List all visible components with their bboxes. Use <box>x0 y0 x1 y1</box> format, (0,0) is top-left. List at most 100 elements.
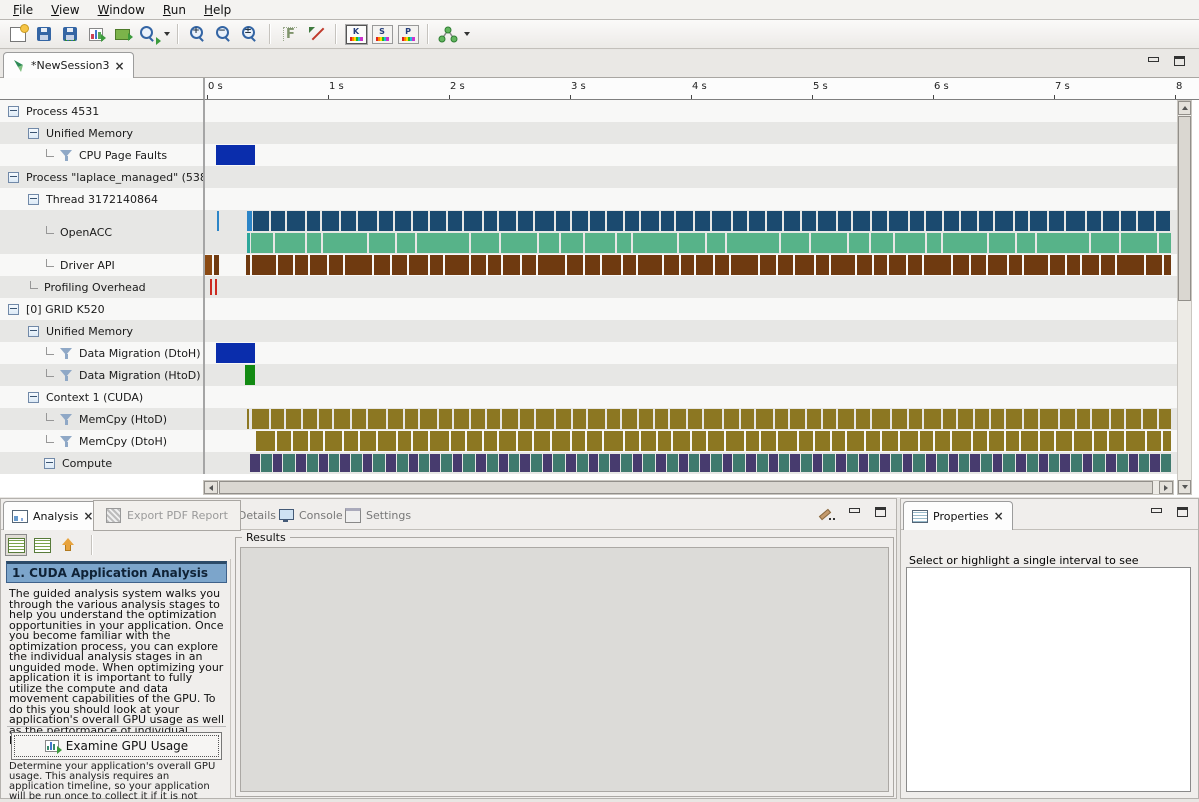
timeline-interval[interactable] <box>395 211 411 231</box>
timeline-interval[interactable] <box>607 211 623 231</box>
timeline-interval[interactable] <box>715 255 729 275</box>
timeline-interval[interactable] <box>1138 211 1154 231</box>
timeline-interval[interactable] <box>1060 454 1070 472</box>
timeline-interval[interactable] <box>989 431 1004 451</box>
timeline-interval[interactable] <box>815 431 830 451</box>
timeline-interval[interactable] <box>271 409 284 429</box>
timeline-interval[interactable] <box>816 255 829 275</box>
timeline-row-label[interactable]: MemCpy (HtoD) <box>0 408 203 430</box>
close-icon[interactable]: × <box>114 61 124 71</box>
timeline-interval[interactable] <box>926 211 942 231</box>
timeline-interval[interactable] <box>587 431 602 451</box>
run-analysis-button[interactable] <box>110 22 134 46</box>
timeline-interval[interactable] <box>398 431 411 451</box>
timeline-interval[interactable] <box>882 431 898 451</box>
timeline-interval[interactable] <box>363 454 372 472</box>
timeline-interval[interactable] <box>1121 233 1157 253</box>
timeline-interval[interactable] <box>430 255 443 275</box>
timeline-interval[interactable] <box>1015 211 1028 231</box>
timeline-interval[interactable] <box>1056 431 1072 451</box>
timeline-interval[interactable] <box>417 233 469 253</box>
timeline-track[interactable] <box>205 188 1177 210</box>
vertical-scroll-thumb[interactable] <box>1178 116 1191 301</box>
timeline-interval[interactable] <box>277 431 291 451</box>
timeline-interval[interactable] <box>358 211 377 231</box>
timeline-interval[interactable] <box>1139 454 1149 472</box>
timeline-interval[interactable] <box>520 454 530 472</box>
timeline-interval[interactable] <box>924 409 941 429</box>
timeline-interval[interactable] <box>661 211 674 231</box>
timeline-interval[interactable] <box>1016 454 1026 472</box>
timeline-interval[interactable] <box>723 454 732 472</box>
timeline-interval[interactable] <box>859 454 868 472</box>
timeline-interval[interactable] <box>273 454 282 472</box>
collapse-icon[interactable] <box>28 128 39 139</box>
timeline-interval[interactable] <box>811 233 847 253</box>
timeline-interval[interactable] <box>807 409 821 429</box>
timeline-interval[interactable] <box>374 255 390 275</box>
timeline-interval[interactable] <box>1103 211 1119 231</box>
timeline-interval[interactable] <box>781 233 809 253</box>
timeline-interval[interactable] <box>711 454 722 472</box>
timeline-interval[interactable] <box>278 255 293 275</box>
timeline-interval[interactable] <box>388 409 403 429</box>
timeline-interval[interactable] <box>889 255 906 275</box>
timeline-row-label[interactable]: Compute <box>0 452 203 474</box>
timeline-interval[interactable] <box>488 255 501 275</box>
timeline-interval[interactable] <box>420 409 437 429</box>
timeline-interval[interactable] <box>724 409 739 429</box>
timeline-interval[interactable] <box>838 409 854 429</box>
timeline-interval[interactable] <box>430 454 440 472</box>
timeline-track[interactable] <box>205 122 1177 144</box>
timeline-row-label[interactable]: Unified Memory <box>0 320 203 342</box>
timeline-row-label[interactable]: Profiling Overhead <box>0 276 203 298</box>
timeline-interval[interactable] <box>1146 255 1162 275</box>
timeline-interval[interactable] <box>261 454 272 472</box>
timeline-interval[interactable] <box>775 409 788 429</box>
timeline-interval[interactable] <box>323 233 367 253</box>
timeline-row-label[interactable]: Driver API <box>0 254 203 276</box>
timeline-interval[interactable] <box>567 255 583 275</box>
timeline-interval[interactable] <box>441 454 452 472</box>
timeline-interval[interactable] <box>971 255 986 275</box>
back-button[interactable] <box>57 534 79 556</box>
timeline-row-label[interactable]: Unified Memory <box>0 122 203 144</box>
timeline-interval[interactable] <box>246 255 250 275</box>
timeline-row-label[interactable]: Data Migration (DtoH) <box>0 342 203 364</box>
timeline-interval[interactable] <box>679 454 688 472</box>
timeline-interval[interactable] <box>995 211 1013 231</box>
zoom-tool-button[interactable] <box>136 22 160 46</box>
timeline-interval[interactable] <box>799 431 813 451</box>
timeline-interval[interactable] <box>534 431 550 451</box>
timeline-interval[interactable] <box>937 454 948 472</box>
timeline-interval[interactable] <box>484 211 497 231</box>
timeline-interval[interactable] <box>1101 255 1115 275</box>
timeline-interval[interactable] <box>287 211 305 231</box>
collapse-icon[interactable] <box>28 392 39 403</box>
timeline-interval[interactable] <box>958 409 973 429</box>
timeline-interval[interactable] <box>1049 211 1064 231</box>
menu-help[interactable]: Help <box>195 1 240 19</box>
timeline-interval[interactable] <box>286 409 301 429</box>
timeline-interval[interactable] <box>1030 211 1047 231</box>
timeline-interval[interactable] <box>871 233 893 253</box>
timeline-interval[interactable] <box>283 454 295 472</box>
timeline-interval[interactable] <box>707 233 725 253</box>
timeline-interval[interactable] <box>778 255 793 275</box>
timeline-interval[interactable] <box>539 233 559 253</box>
timeline-interval[interactable] <box>397 233 415 253</box>
timeline-interval[interactable] <box>704 409 722 429</box>
timeline-interval[interactable] <box>880 454 890 472</box>
stream-colorize-button[interactable]: S <box>370 22 394 46</box>
timeline-interval[interactable] <box>247 233 250 253</box>
timeline-interval[interactable] <box>823 409 836 429</box>
timeline-track[interactable] <box>205 144 1177 166</box>
timeline-interval[interactable] <box>245 365 255 385</box>
timeline-interval[interactable] <box>1050 255 1065 275</box>
timeline-interval[interactable] <box>538 255 565 275</box>
timeline-interval[interactable] <box>935 431 950 451</box>
marker-flag-button[interactable] <box>304 22 328 46</box>
timeline-interval[interactable] <box>975 409 989 429</box>
collapse-icon[interactable] <box>44 458 55 469</box>
timeline-interval[interactable] <box>553 454 565 472</box>
